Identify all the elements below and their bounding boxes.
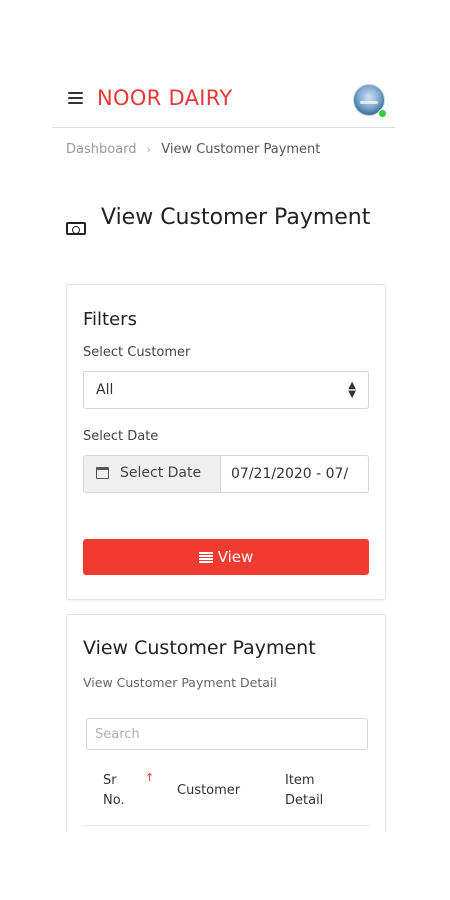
money-bill-icon (66, 222, 86, 235)
hamburger-menu-icon[interactable] (68, 92, 83, 104)
date-addon-label: Select Date (120, 465, 202, 481)
list-icon (198, 552, 213, 563)
column-header-sr-no[interactable]: Sr No. (103, 771, 139, 811)
calendar-icon (96, 467, 109, 479)
date-range-group: Select Date (83, 455, 369, 493)
date-range-input[interactable] (221, 456, 368, 492)
breadcrumb-dashboard-link[interactable]: Dashboard (66, 142, 137, 157)
filters-title: Filters (83, 309, 137, 330)
select-date-label: Select Date (83, 429, 159, 444)
view-button[interactable]: View (83, 539, 369, 575)
page-title: View Customer Payment (101, 205, 371, 230)
brand-title[interactable]: NOOR DAIRY (97, 86, 232, 110)
payments-card: View Customer Payment View Customer Paym… (66, 614, 386, 832)
column-header-item-detail[interactable]: Item Detail (285, 771, 333, 811)
customer-select-value: All (96, 382, 114, 398)
table-header-divider (83, 825, 369, 826)
column-header-customer[interactable]: Customer (177, 781, 240, 801)
sort-ascending-icon[interactable]: ↑ (145, 771, 154, 784)
select-customer-label: Select Customer (83, 345, 191, 360)
view-button-label: View (217, 548, 254, 566)
date-addon[interactable]: Select Date (84, 456, 221, 492)
select-sort-arrows-icon: ▲ ▼ (348, 380, 356, 400)
filters-card: Filters Select Customer All ▲ ▼ Select Da… (66, 284, 386, 600)
breadcrumb-separator: › (146, 143, 152, 156)
top-navbar: NOOR DAIRY (52, 72, 395, 128)
breadcrumb: Dashboard › View Customer Payment (66, 142, 320, 157)
app-screen: NOOR DAIRY Dashboard › View Customer Pay… (52, 72, 395, 832)
payments-title: View Customer Payment (83, 637, 316, 659)
payments-subtitle: View Customer Payment Detail (83, 675, 277, 690)
customer-select[interactable]: All ▲ ▼ (83, 371, 369, 409)
search-input[interactable] (86, 718, 368, 750)
breadcrumb-current: View Customer Payment (161, 142, 321, 157)
online-status-icon (378, 109, 387, 118)
